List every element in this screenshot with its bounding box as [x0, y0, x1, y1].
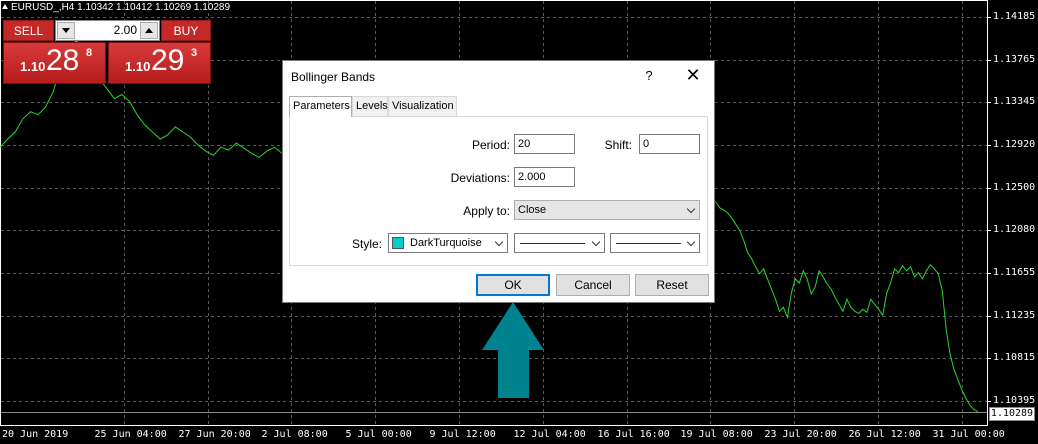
reset-button[interactable]: Reset	[635, 274, 709, 296]
tab-levels[interactable]: Levels	[352, 96, 388, 116]
y-tick-label: 1.11235	[993, 309, 1036, 321]
tab-parameters[interactable]: Parameters	[289, 96, 352, 117]
line-width-select[interactable]	[610, 233, 700, 253]
one-click-trading-panel: SELL 2.00 BUY 1.10 28 8 1.10 29 3	[3, 20, 211, 84]
apply-to-label: Apply to:	[463, 204, 510, 218]
buy-price-prefix: 1.10	[125, 59, 151, 74]
x-tick-label: 20 Jun 2019	[2, 429, 69, 440]
sell-price-pips: 28	[46, 44, 80, 77]
x-tick-label: 26 Jul 12:00	[848, 429, 921, 440]
y-tick-label: 1.12920	[993, 138, 1036, 150]
chevron-down-icon	[686, 237, 696, 247]
line-style-sample	[520, 243, 585, 244]
help-button[interactable]: ?	[641, 68, 657, 83]
color-swatch	[392, 237, 404, 249]
buy-button[interactable]: BUY	[161, 20, 211, 41]
chevron-down-icon	[591, 237, 601, 247]
y-tick-label: 1.12500	[993, 181, 1036, 193]
line-width-sample	[616, 243, 681, 244]
sell-price-button[interactable]: 1.10 28 8	[3, 42, 106, 84]
apply-to-value: Close	[518, 204, 547, 216]
period-label: Period:	[471, 138, 510, 152]
chevron-down-icon	[686, 204, 696, 214]
shift-label: Shift:	[604, 138, 632, 152]
x-tick-label: 31 Jul 00:00	[932, 429, 1005, 440]
collapse-triangle-icon[interactable]	[2, 4, 8, 9]
lot-increase-button[interactable]	[140, 22, 158, 39]
y-tick-label: 1.13345	[993, 95, 1036, 107]
apply-to-select[interactable]: Close	[514, 200, 700, 220]
x-tick-label: 9 Jul 12:00	[429, 429, 496, 440]
style-label: Style:	[351, 237, 382, 251]
buy-price-fraction: 3	[191, 47, 198, 59]
arrow-up-icon	[145, 28, 153, 33]
parameters-panel: Period: 20 Shift: 0 Deviations: 2.000 Ap…	[289, 116, 708, 266]
x-tick-label: 5 Jul 00:00	[345, 429, 412, 440]
x-tick-label: 19 Jul 08:00	[680, 429, 753, 440]
close-button[interactable]: ✕	[683, 65, 703, 86]
ok-button[interactable]: OK	[476, 274, 550, 296]
x-tick-label: 25 Jun 04:00	[94, 429, 167, 440]
y-tick-label: 1.11655	[993, 266, 1036, 278]
x-tick-label: 12 Jul 04:00	[513, 429, 586, 440]
y-tick-label: 1.14185	[993, 10, 1036, 22]
y-tick-label: 1.13765	[993, 53, 1036, 65]
arrow-down-icon	[62, 28, 70, 33]
lot-size-stepper[interactable]: 2.00	[55, 20, 160, 41]
buy-price-button[interactable]: 1.10 29 3	[108, 42, 211, 84]
x-tick-label: 23 Jul 20:00	[764, 429, 837, 440]
symbol-info: EURUSD_,H4 1.10342 1.10412 1.10269 1.102…	[2, 2, 230, 13]
line-style-select[interactable]	[514, 233, 605, 253]
x-tick-label: 27 Jun 20:00	[178, 429, 251, 440]
x-tick-label: 2 Jul 08:00	[261, 429, 328, 440]
cancel-button[interactable]: Cancel	[556, 274, 630, 296]
chevron-down-icon	[494, 237, 504, 247]
y-tick-label: 1.10395	[993, 394, 1036, 406]
bollinger-bands-dialog: Bollinger Bands ? ✕ Parameters Levels Vi…	[282, 60, 715, 303]
x-tick-label: 16 Jul 16:00	[597, 429, 670, 440]
symbol-info-text: EURUSD_,H4 1.10342 1.10412 1.10269 1.102…	[11, 2, 231, 13]
sell-button[interactable]: SELL	[3, 20, 54, 41]
arrow-up-annotation-icon	[482, 302, 544, 398]
tab-visualization[interactable]: Visualization	[388, 96, 457, 116]
lot-decrease-button[interactable]	[57, 22, 75, 39]
buy-price-pips: 29	[151, 44, 185, 77]
y-tick-label: 1.12080	[993, 223, 1036, 235]
y-tick-label: 1.10815	[993, 351, 1036, 363]
shift-input[interactable]: 0	[639, 134, 700, 154]
period-input[interactable]: 20	[514, 134, 575, 154]
dialog-title: Bollinger Bands	[291, 70, 376, 84]
deviations-input[interactable]: 2.000	[514, 167, 575, 187]
sell-price-prefix: 1.10	[20, 59, 46, 74]
deviations-label: Deviations:	[450, 171, 510, 185]
lot-size-input[interactable]: 2.00	[114, 23, 137, 37]
sell-price-fraction: 8	[86, 47, 93, 59]
current-price-label: 1.10289	[989, 406, 1035, 421]
style-color-name: DarkTurquoise	[410, 237, 482, 249]
style-color-select[interactable]: DarkTurquoise	[388, 233, 508, 253]
